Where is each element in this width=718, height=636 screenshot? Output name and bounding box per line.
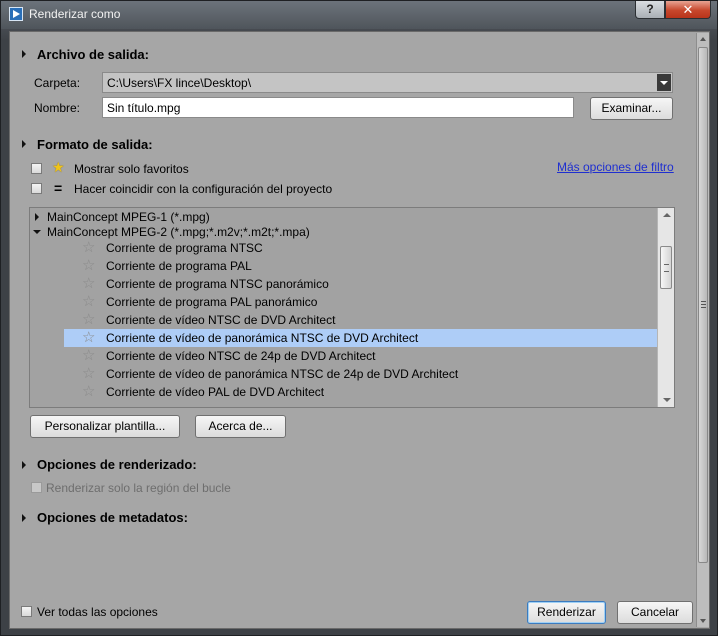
folder-combobox[interactable]: C:\Users\FX lince\Desktop\ (102, 72, 673, 93)
star-outline-icon[interactable]: ☆ (82, 329, 95, 347)
star-outline-icon[interactable]: ☆ (82, 293, 95, 311)
expand-output-format-icon[interactable] (22, 140, 26, 148)
close-button[interactable]: ✕ (665, 1, 711, 19)
metadata-options-heading[interactable]: Opciones de metadatos: (37, 510, 188, 525)
window-title: Renderizar como (29, 7, 121, 21)
star-outline-icon[interactable]: ☆ (82, 311, 95, 329)
scroll-thumb[interactable] (698, 47, 708, 563)
render-options-heading[interactable]: Opciones de renderizado: (37, 457, 197, 472)
tree-item-label: Corriente de programa NTSC panorámico (106, 277, 329, 291)
format-tree[interactable]: MainConcept MPEG-1 (*.mpg) MainConcept M… (29, 207, 675, 408)
folder-label: Carpeta: (34, 76, 81, 90)
customize-template-button[interactable]: Personalizar plantilla... (30, 415, 180, 438)
collapse-arrow-icon[interactable] (33, 230, 41, 234)
browse-button[interactable]: Examinar... (590, 97, 673, 120)
output-format-heading[interactable]: Formato de salida: (37, 137, 153, 152)
tree-item-template[interactable]: ☆ Corriente de programa NTSC (30, 239, 657, 257)
tree-item-template[interactable]: ☆ Corriente de vídeo NTSC de DVD Archite… (30, 311, 657, 329)
expand-metadata-options-icon[interactable] (22, 514, 26, 522)
star-outline-icon[interactable]: ☆ (82, 239, 95, 257)
scroll-up-arrow-icon[interactable] (663, 213, 671, 217)
loop-region-label: Renderizar solo la región del bucle (46, 481, 231, 495)
tree-item-template[interactable]: ☆ Corriente de programa PAL (30, 257, 657, 275)
tree-item-label: Corriente de vídeo NTSC de 24p de DVD Ar… (106, 349, 376, 363)
star-outline-icon[interactable]: ☆ (82, 365, 95, 383)
tree-item-template-selected[interactable]: ☆ Corriente de vídeo de panorámica NTSC … (64, 329, 657, 347)
tree-item-template[interactable]: ☆ Corriente de vídeo NTSC de 24p de DVD … (30, 347, 657, 365)
file-name-input[interactable]: Sin título.mpg (102, 97, 574, 118)
tree-item-label: Corriente de programa NTSC (106, 241, 263, 255)
output-file-heading[interactable]: Archivo de salida: (37, 47, 149, 62)
scroll-down-arrow-icon[interactable] (663, 398, 671, 402)
tree-item-template[interactable]: ☆ Corriente de programa NTSC panorámico (30, 275, 657, 293)
tree-item-label: Corriente de vídeo de panorámica NTSC de… (106, 331, 419, 345)
tree-item-template[interactable]: ☆ Corriente de vídeo de panorámica NTSC … (30, 365, 657, 383)
help-button[interactable]: ? (635, 1, 665, 19)
about-button[interactable]: Acerca de... (195, 415, 286, 438)
tree-item-label: Corriente de vídeo PAL de DVD Architect (106, 385, 325, 399)
more-filter-options-link[interactable]: Más opciones de filtro (557, 160, 674, 174)
star-outline-icon[interactable]: ☆ (82, 347, 95, 365)
star-outline-icon[interactable]: ☆ (82, 257, 95, 275)
dialog-content: Archivo de salida: Carpeta: C:\Users\FX … (9, 31, 710, 629)
vegas-app-icon (9, 7, 23, 21)
star-outline-icon[interactable]: ☆ (82, 383, 95, 401)
tree-item-template[interactable]: ☆ Corriente de programa PAL panorámico (30, 293, 657, 311)
expand-output-file-icon[interactable] (22, 50, 26, 58)
show-favorites-label[interactable]: Mostrar solo favoritos (74, 162, 189, 176)
match-project-label[interactable]: Hacer coincidir con la configuración del… (74, 182, 332, 196)
tree-item-template[interactable]: ☆ Corriente de vídeo PAL de DVD Architec… (30, 383, 657, 401)
scroll-up-arrow-icon[interactable] (700, 37, 706, 41)
cancel-button[interactable]: Cancelar (617, 601, 693, 624)
scroll-down-arrow-icon[interactable] (700, 619, 706, 623)
scroll-thumb[interactable] (660, 246, 672, 289)
tree-item-label: Corriente de programa PAL (106, 259, 252, 273)
star-outline-icon[interactable]: ☆ (82, 275, 95, 293)
expand-render-options-icon[interactable] (22, 461, 26, 469)
equals-icon: = (54, 180, 63, 196)
tree-item-label: Corriente de vídeo NTSC de DVD Architect (106, 313, 336, 327)
show-all-options-label[interactable]: Ver todas las opciones (37, 605, 158, 619)
title-bar[interactable]: Renderizar como ? ✕ (1, 1, 717, 29)
show-favorites-checkbox[interactable] (31, 163, 42, 174)
tree-item-label: Corriente de programa PAL panorámico (106, 295, 318, 309)
tree-scrollbar[interactable] (657, 208, 674, 407)
favorite-star-icon: ★ (52, 159, 65, 175)
tree-item-label: Corriente de vídeo de panorámica NTSC de… (106, 367, 459, 381)
loop-region-checkbox[interactable] (31, 482, 42, 493)
chevron-down-icon[interactable] (657, 74, 671, 91)
name-label: Nombre: (34, 101, 81, 115)
folder-value: C:\Users\FX lince\Desktop\ (107, 76, 252, 90)
show-all-options-checkbox[interactable] (21, 606, 32, 617)
dialog-scrollbar[interactable] (696, 33, 709, 627)
grip-icon (701, 301, 706, 308)
expand-arrow-icon[interactable] (35, 213, 39, 221)
render-button[interactable]: Renderizar (527, 601, 606, 624)
match-project-checkbox[interactable] (31, 183, 42, 194)
render-as-dialog: Renderizar como ? ✕ Archivo de salida: C… (0, 0, 718, 636)
